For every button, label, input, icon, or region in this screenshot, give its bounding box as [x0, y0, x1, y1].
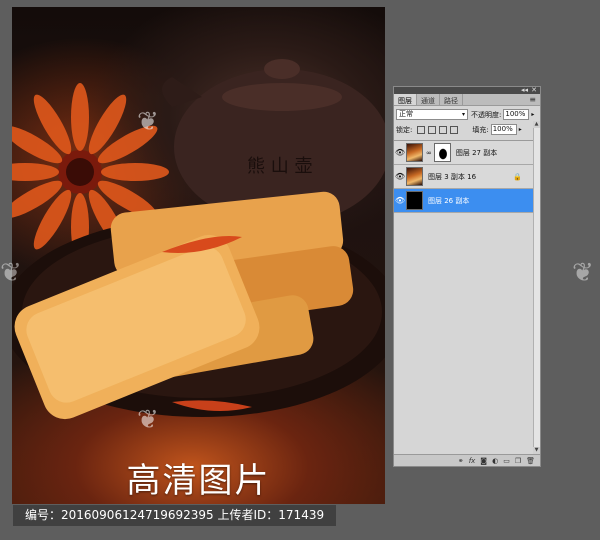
fill-input[interactable]: 100% — [490, 124, 517, 135]
scroll-up-icon[interactable]: ▲ — [533, 121, 540, 128]
layer-row-selected[interactable]: 👁 图层 26 副本 — [394, 189, 540, 213]
panel-tabs: 图层 通道 路径 ≡ — [394, 94, 540, 106]
lock-icon: 🔒 — [513, 172, 522, 181]
new-group-icon[interactable]: ▭ — [503, 457, 510, 465]
new-layer-icon[interactable]: ❐ — [515, 457, 521, 465]
link-icon[interactable]: ∞ — [426, 149, 432, 157]
layers-panel: ◂◂ ✕ 图层 通道 路径 ≡ 正常 ▾ 不透明度: 100% ▸ 锁定: 填充… — [393, 86, 541, 467]
lock-transparent-icon[interactable] — [417, 125, 426, 134]
layer-thumbnail — [406, 143, 423, 162]
lock-image-icon[interactable] — [428, 125, 437, 134]
fx-icon[interactable]: fx — [469, 457, 476, 465]
layer-thumbnail — [406, 191, 423, 210]
eye-icon[interactable]: 👁 — [394, 148, 406, 157]
tab-channels[interactable]: 通道 — [417, 94, 440, 105]
image-info-bar: 编号：20160906124719692395 上传者ID：171439 — [13, 505, 336, 526]
panel-menu-icon[interactable]: ≡ — [529, 95, 536, 104]
watermark-icon: ❦ — [572, 258, 594, 288]
opacity-slider-icon[interactable]: ▸ — [531, 111, 534, 118]
layers-scrollbar[interactable]: ▲ ▼ — [533, 121, 540, 454]
fill-label: 填充: — [472, 125, 489, 134]
layer-name[interactable]: 图层 27 副本 — [456, 148, 497, 158]
chevron-down-icon: ▾ — [461, 111, 465, 118]
layer-row[interactable]: 👁 ∞ 图层 27 副本 — [394, 141, 540, 165]
layer-name[interactable]: 图层 26 副本 — [428, 196, 469, 206]
scroll-down-icon[interactable]: ▼ — [533, 447, 540, 454]
opacity-label: 不透明度: — [471, 110, 502, 119]
layer-thumbnail — [406, 167, 423, 186]
panel-footer: ⚭ fx ◙ ◐ ▭ ❐ 🗑 — [394, 454, 540, 466]
collapse-icon[interactable]: ◂◂ — [521, 86, 528, 94]
tab-paths[interactable]: 路径 — [440, 94, 463, 105]
teapot-characters: 熊 山 壶 — [247, 156, 312, 177]
photo-title: 高清图片 — [126, 461, 271, 501]
trash-icon[interactable]: 🗑 — [526, 457, 535, 465]
lock-position-icon[interactable] — [439, 125, 448, 134]
layer-mask-thumbnail[interactable] — [433, 143, 451, 162]
blend-mode-select[interactable]: 正常 ▾ — [396, 109, 468, 120]
link-layers-icon[interactable]: ⚭ — [458, 457, 464, 465]
blend-mode-value: 正常 — [399, 110, 413, 118]
layer-list: 👁 ∞ 图层 27 副本 👁 图层 3 副本 16 🔒 👁 图层 26 副本 — [394, 140, 540, 213]
watermark-icon: ❦ — [137, 405, 159, 435]
opacity-input[interactable]: 100% — [503, 109, 530, 120]
photo-canvas: 熊 山 壶 ❦ ❦ 高清图片 — [12, 7, 385, 504]
blend-row: 正常 ▾ 不透明度: 100% ▸ — [394, 108, 540, 121]
watermark-icon: ❦ — [137, 107, 159, 137]
panel-title-bar[interactable]: ◂◂ ✕ — [394, 86, 540, 94]
tab-layers[interactable]: 图层 — [394, 94, 417, 105]
watermark-icon: ❦ — [0, 258, 22, 288]
adjustment-layer-icon[interactable]: ◐ — [492, 457, 498, 465]
eye-icon[interactable]: 👁 — [394, 196, 406, 205]
food-photo: 熊 山 壶 — [12, 59, 385, 420]
add-mask-icon[interactable]: ◙ — [480, 457, 487, 465]
lock-label: 锁定: — [396, 125, 413, 134]
close-icon[interactable]: ✕ — [531, 86, 537, 94]
lock-row: 锁定: 填充: 100% ▸ — [394, 123, 540, 136]
layer-name[interactable]: 图层 3 副本 16 — [428, 172, 476, 182]
lock-all-icon[interactable] — [450, 125, 459, 134]
eye-icon[interactable]: 👁 — [394, 172, 406, 181]
fill-slider-icon[interactable]: ▸ — [519, 126, 522, 133]
layer-row[interactable]: 👁 图层 3 副本 16 🔒 — [394, 165, 540, 189]
